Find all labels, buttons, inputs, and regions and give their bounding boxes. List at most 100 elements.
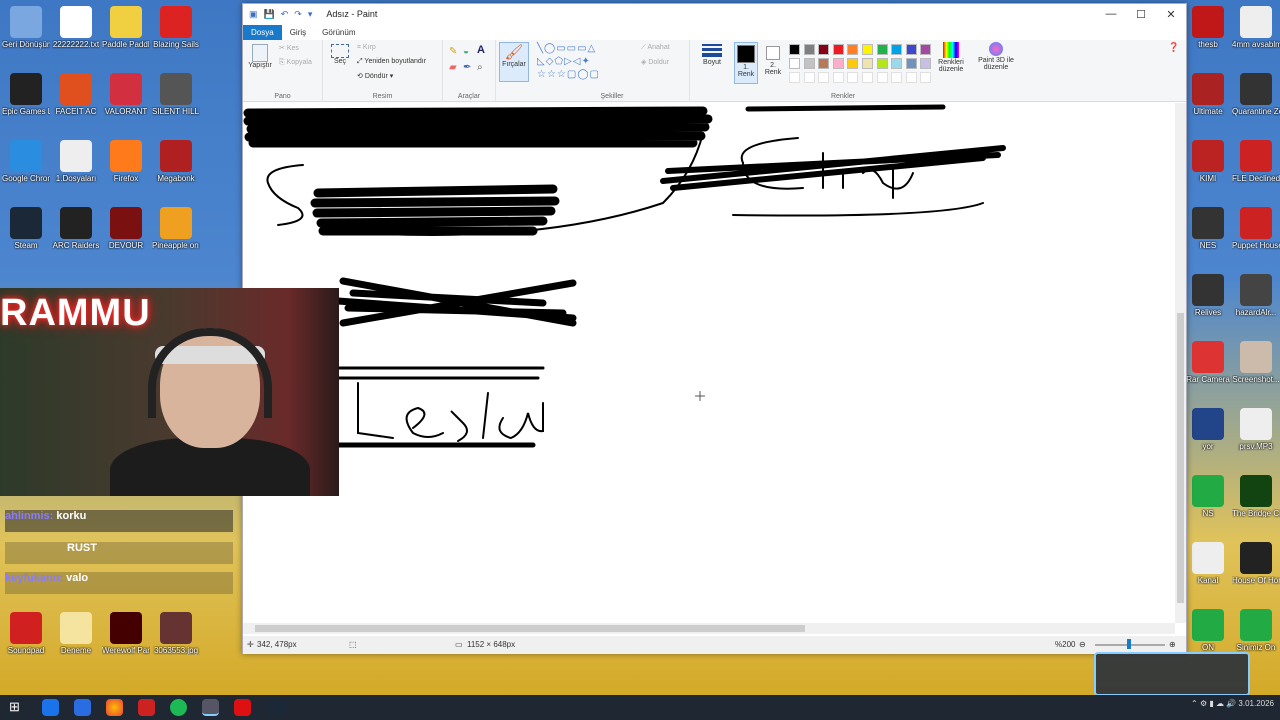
pencil-icon[interactable]: ✎ bbox=[449, 46, 457, 57]
undo-icon[interactable]: ↶ bbox=[281, 9, 289, 20]
desktop-icon[interactable]: Werewolf Party bbox=[102, 612, 150, 655]
palette-swatch[interactable] bbox=[920, 58, 932, 69]
palette-swatch[interactable] bbox=[862, 44, 873, 55]
close-button[interactable]: ✕ bbox=[1156, 8, 1186, 21]
color2-button[interactable]: 2. Renk bbox=[761, 42, 785, 76]
brushes-button[interactable]: 🖌 Fırçalar bbox=[499, 42, 529, 82]
custom-color-slot[interactable] bbox=[905, 72, 917, 83]
shapes-gallery[interactable]: ╲◯▭▭▭△ ◺◇⬠▷◁✦ ☆☆☆▢◯▢ bbox=[537, 42, 629, 81]
palette-swatch[interactable] bbox=[891, 44, 903, 55]
zoom-in-button[interactable]: ⊕ bbox=[1169, 640, 1176, 649]
tab-home[interactable]: Giriş bbox=[282, 25, 314, 40]
youtube-taskbar-icon[interactable] bbox=[234, 699, 251, 716]
spotify-taskbar-icon[interactable] bbox=[170, 699, 187, 716]
cut-button[interactable]: ✂ Kes bbox=[279, 44, 299, 52]
copy-button[interactable]: ⎘ Kopyala bbox=[279, 59, 312, 67]
palette-swatch[interactable] bbox=[905, 58, 917, 69]
palette-swatch[interactable] bbox=[905, 44, 917, 55]
start-button[interactable]: ⊞ bbox=[6, 699, 23, 716]
paint3d-button[interactable]: Paint 3D ile düzenle bbox=[973, 42, 1019, 71]
desktop-icon[interactable]: Sinimiz On bbox=[1232, 609, 1280, 652]
palette-swatch[interactable] bbox=[803, 58, 815, 69]
text-tool-icon[interactable]: A bbox=[477, 44, 485, 56]
desktop-icon[interactable]: FLE Declined bbox=[1232, 140, 1280, 183]
desktop-icon[interactable]: Geri Dönüşüm bbox=[2, 6, 50, 49]
palette-swatch[interactable] bbox=[803, 44, 815, 55]
custom-color-slot[interactable] bbox=[920, 72, 932, 83]
voicemod-taskbar-icon[interactable] bbox=[138, 699, 155, 716]
edit-colors-button[interactable]: Renkleri düzenle bbox=[933, 42, 969, 73]
palette-swatch[interactable] bbox=[847, 44, 859, 55]
desktop-icon[interactable]: Steam bbox=[2, 207, 50, 250]
desktop-icon[interactable]: thesb bbox=[1184, 6, 1232, 49]
select-button[interactable]: Seç bbox=[327, 44, 353, 65]
desktop-icon[interactable]: ARC Raiders bbox=[52, 207, 100, 250]
desktop-icon[interactable]: yor bbox=[1184, 408, 1232, 451]
zoom-slider-thumb[interactable] bbox=[1127, 639, 1131, 649]
custom-color-slot[interactable] bbox=[789, 72, 800, 83]
desktop-icon[interactable]: The Bridge Curse 2 T... bbox=[1232, 475, 1280, 518]
desktop-icon[interactable]: Google Chrome bbox=[2, 140, 50, 183]
desktop-icon[interactable]: Soundpad bbox=[2, 612, 50, 655]
desktop-icon[interactable]: NS bbox=[1184, 475, 1232, 518]
rotate-button[interactable]: ⟲ Döndür ▾ bbox=[357, 72, 393, 80]
palette-swatch[interactable] bbox=[832, 44, 844, 55]
desktop-icon[interactable]: Rar Camera bbox=[1184, 341, 1232, 384]
desktop-icon[interactable]: Megabonk bbox=[152, 140, 200, 183]
paste-button[interactable]: Yapıştır bbox=[247, 44, 273, 69]
desktop-icon[interactable]: 4mm avsablmMP3 bbox=[1232, 6, 1280, 49]
color-picker-icon[interactable]: ✒ bbox=[463, 62, 471, 73]
crop-button[interactable]: ⌗ Kırp bbox=[357, 44, 376, 52]
desktop-icon[interactable]: Blazing Sails bbox=[152, 6, 200, 49]
help-icon[interactable]: ❓ bbox=[1168, 42, 1179, 53]
desktop-icon[interactable]: House Of Horror On... bbox=[1232, 542, 1280, 585]
desktop-icon[interactable]: Ultimate bbox=[1184, 73, 1232, 116]
eraser-icon[interactable]: ▰ bbox=[449, 62, 457, 73]
palette-swatch[interactable] bbox=[920, 44, 932, 55]
vertical-scroll-thumb[interactable] bbox=[1177, 313, 1184, 603]
steam-taskbar-icon[interactable] bbox=[268, 699, 285, 716]
redo-icon[interactable]: ↷ bbox=[294, 9, 302, 20]
custom-color-slot[interactable] bbox=[818, 72, 830, 83]
desktop-icon[interactable]: NES bbox=[1184, 207, 1232, 250]
desktop-icon[interactable]: Puppet House bbox=[1232, 207, 1280, 250]
palette-swatch[interactable] bbox=[891, 58, 903, 69]
desktop-icon[interactable]: SILENT HILL f bbox=[152, 73, 200, 116]
palette-swatch[interactable] bbox=[818, 44, 830, 55]
palette-swatch[interactable] bbox=[818, 58, 830, 69]
desktop-icon[interactable]: hazardAlr... bbox=[1232, 274, 1280, 317]
custom-color-slot[interactable] bbox=[803, 72, 815, 83]
desktop-icon[interactable]: 3063553.jpg bbox=[152, 612, 200, 655]
taskbar-preview-thumbnail[interactable] bbox=[1094, 652, 1250, 696]
palette-swatch[interactable] bbox=[789, 58, 800, 69]
drawing-canvas[interactable] bbox=[243, 103, 1175, 623]
palette-swatch[interactable] bbox=[832, 58, 844, 69]
save-icon[interactable]: 💾 bbox=[264, 9, 275, 20]
outline-button[interactable]: ⟋ Anahat bbox=[641, 44, 670, 52]
chrome-taskbar-icon[interactable] bbox=[106, 699, 123, 716]
desktop-icon[interactable]: Paddle Paddle bbox=[102, 6, 150, 49]
resize-button[interactable]: ⤢ Yeniden boyutlandır bbox=[357, 58, 426, 66]
maximize-button[interactable]: ☐ bbox=[1126, 8, 1156, 21]
desktop-icon[interactable]: Deneme bbox=[52, 612, 100, 655]
desktop-icon[interactable]: DEVOUR bbox=[102, 207, 150, 250]
custom-color-slot[interactable] bbox=[862, 72, 873, 83]
taskbar-app-2-icon[interactable] bbox=[74, 699, 91, 716]
desktop-icon[interactable]: 1.Dosyaları bbox=[52, 140, 100, 183]
desktop-icon[interactable]: prsv.MP3 bbox=[1232, 408, 1280, 451]
palette-swatch[interactable] bbox=[862, 58, 873, 69]
desktop-icon[interactable]: VALORANT bbox=[102, 73, 150, 116]
desktop-icon[interactable]: Kanal bbox=[1184, 542, 1232, 585]
horizontal-scrollbar[interactable] bbox=[243, 623, 1175, 634]
desktop-icon[interactable]: Relives bbox=[1184, 274, 1232, 317]
vertical-scrollbar[interactable] bbox=[1175, 103, 1186, 623]
customize-chevron-icon[interactable]: ▾ bbox=[308, 9, 313, 20]
custom-color-slot[interactable] bbox=[847, 72, 859, 83]
desktop-icon[interactable]: 22222222.txt bbox=[52, 6, 100, 49]
palette-swatch[interactable] bbox=[876, 44, 888, 55]
desktop-icon[interactable]: Quarantine Zone The... bbox=[1232, 73, 1280, 116]
palette-swatch[interactable] bbox=[847, 58, 859, 69]
desktop-icon[interactable]: Firefox bbox=[102, 140, 150, 183]
tab-file[interactable]: Dosya bbox=[243, 24, 282, 40]
palette-swatch[interactable] bbox=[876, 58, 888, 69]
